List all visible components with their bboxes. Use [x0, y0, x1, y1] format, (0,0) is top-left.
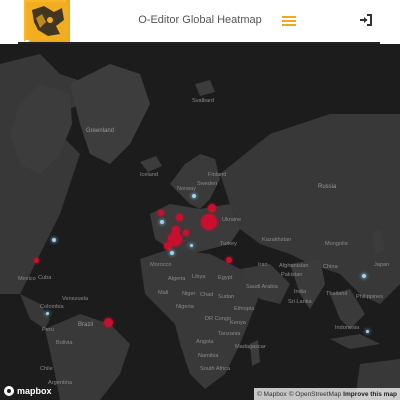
- label-chile: Chile: [40, 366, 53, 372]
- label-namibia: Namibia: [198, 353, 219, 359]
- heat-point-france: [160, 220, 164, 224]
- label-pakistan: Pakistan: [281, 272, 303, 278]
- label-russia: Russia: [318, 184, 337, 190]
- top-navbar: O-Editor Global Heatmap: [0, 0, 400, 44]
- label-colombia: Colombia: [40, 304, 64, 310]
- label-niger: Niger: [182, 291, 196, 297]
- label-peru: Peru: [42, 327, 54, 333]
- label-afghanistan: Afghanistan: [279, 263, 309, 269]
- heat-point-usa-east: [34, 258, 39, 263]
- label-sri-lanka: Sri Lanka: [288, 299, 312, 305]
- page-title: O-Editor Global Heatmap: [138, 14, 262, 26]
- heat-point-poland: [201, 214, 217, 230]
- heat-point-tunisia: [170, 251, 174, 255]
- label-saudi: Saudi Arabia: [246, 284, 278, 290]
- heat-point-brazil: [104, 318, 113, 327]
- label-bolivia: Bolivia: [56, 340, 73, 346]
- heat-point-balkans: [183, 230, 189, 236]
- heat-point-israel: [226, 257, 232, 263]
- label-philippines: Philippines: [356, 294, 384, 300]
- label-turkey: Turkey: [220, 241, 237, 247]
- label-iceland: Iceland: [140, 172, 159, 178]
- label-nigeria: Nigeria: [176, 304, 194, 310]
- heat-point-caribbean: [46, 312, 49, 315]
- label-ukraine: Ukraine: [222, 217, 242, 223]
- label-iran: Iran: [258, 262, 268, 268]
- label-mexico: Mexico: [18, 276, 36, 282]
- label-angola: Angola: [196, 339, 214, 345]
- label-egypt: Egypt: [218, 275, 233, 281]
- hamburger-menu-icon[interactable]: [280, 14, 298, 28]
- label-norway: Norway: [177, 186, 196, 192]
- label-kenya: Kenya: [230, 320, 246, 326]
- heat-point-boston: [52, 238, 56, 242]
- heatmap-map[interactable]: Greenland Svalbard Iceland Norway Sweden…: [0, 44, 400, 400]
- improve-map-link[interactable]: Improve this map: [343, 391, 397, 398]
- label-morocco: Morocco: [150, 262, 172, 268]
- label-dr-congo: DR Congo: [205, 316, 232, 322]
- mapbox-icon: [4, 386, 14, 396]
- label-chad: Chad: [200, 292, 214, 298]
- label-svalbard: Svalbard: [192, 98, 215, 104]
- label-sudan: Sudan: [218, 294, 235, 300]
- attribution-osm-link[interactable]: © OpenStreetMap: [289, 391, 341, 398]
- heat-point-greece: [190, 244, 193, 247]
- label-greenland: Greenland: [86, 128, 115, 134]
- label-south-africa: South Africa: [200, 366, 231, 372]
- label-mongolia: Mongolia: [325, 241, 348, 247]
- label-libya: Libya: [192, 274, 206, 280]
- label-algeria: Algeria: [168, 276, 186, 282]
- heat-point-spain: [164, 242, 172, 250]
- label-venezuela: Venezuela: [62, 296, 89, 302]
- heat-point-indonesia: [366, 330, 369, 333]
- label-tanzania: Tanzania: [218, 331, 241, 337]
- label-indonesia: Indonesia: [335, 325, 360, 331]
- label-thailand: Thailand: [326, 291, 348, 297]
- sign-in-icon[interactable]: [358, 12, 374, 28]
- label-china: China: [323, 264, 338, 270]
- heat-point-uk: [158, 210, 164, 216]
- label-mali: Mali: [158, 290, 169, 296]
- heat-point-sweden: [192, 194, 196, 198]
- label-sweden: Sweden: [197, 181, 218, 187]
- heat-point-taiwan: [362, 274, 366, 278]
- label-brazil: Brazil: [78, 322, 94, 328]
- attribution-mapbox-link[interactable]: © Mapbox: [257, 391, 287, 398]
- label-finland: Finland: [208, 172, 227, 178]
- heat-point-germany: [176, 214, 183, 221]
- mapbox-logo-text: mapbox: [17, 386, 52, 396]
- label-cuba: Cuba: [38, 275, 52, 281]
- heat-point-europe-north: [208, 204, 216, 212]
- label-ethiopia: Ethiopia: [234, 306, 255, 312]
- map-attribution: © Mapbox © OpenStreetMap Improve this ma…: [253, 388, 400, 400]
- label-kazakhstan: Kazakhstan: [262, 237, 292, 243]
- label-argentina: Argentina: [48, 380, 72, 386]
- label-japan: Japan: [374, 262, 390, 268]
- label-india: India: [294, 289, 307, 295]
- label-madagascar: Madagascar: [235, 344, 266, 350]
- mapbox-logo[interactable]: mapbox: [4, 384, 52, 398]
